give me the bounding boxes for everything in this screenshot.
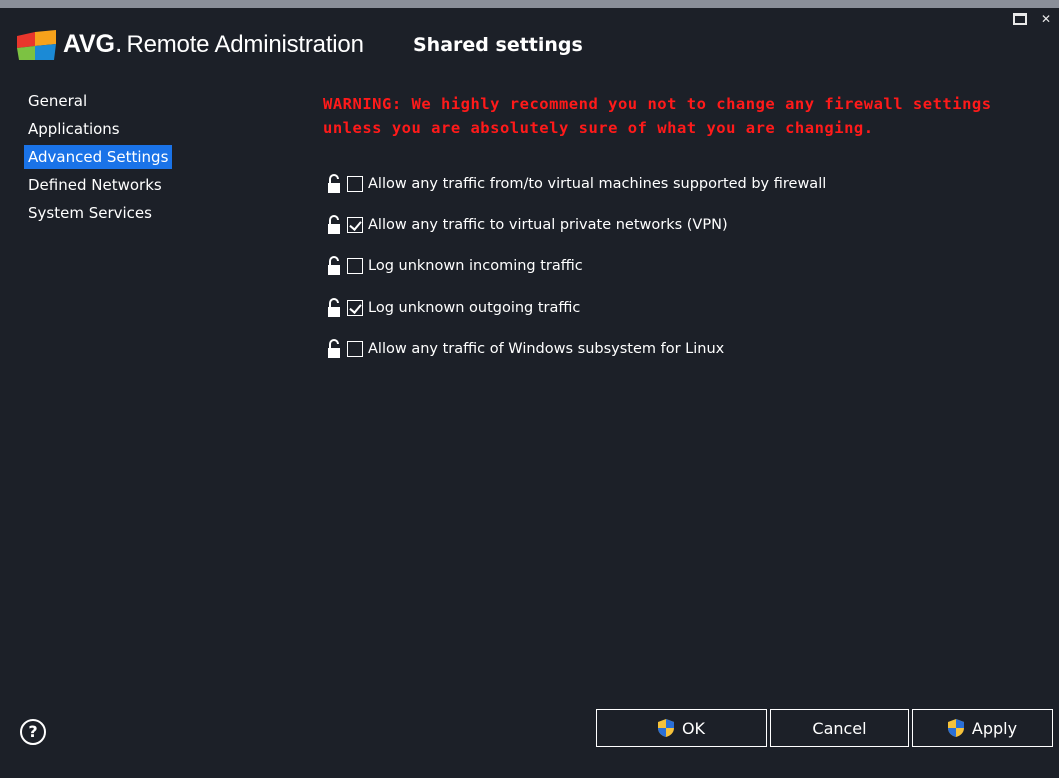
maximize-icon[interactable] [1012,11,1028,27]
apply-label: Apply [971,718,1018,738]
option-label: Allow any traffic from/to virtual machin… [368,176,827,192]
log-outgoing-checkbox[interactable] [347,300,363,316]
uac-shield-icon [947,719,964,737]
brand-name: Remote Administration [126,31,364,58]
sidebar-item-applications[interactable]: Applications [24,117,124,141]
sidebar-nav: General Applications Advanced Settings D… [24,89,184,229]
uac-shield-icon [657,719,674,737]
unlocked-lock-icon[interactable] [327,298,341,318]
brand-dot: . [114,29,123,58]
close-icon[interactable]: ✕ [1038,11,1054,27]
sidebar-item-advanced-settings[interactable]: Advanced Settings [24,145,173,169]
option-row: Log unknown incoming traffic [327,255,583,277]
wsl-traffic-checkbox[interactable] [347,341,363,357]
unlocked-lock-icon[interactable] [327,174,341,194]
avg-logo-icon [17,30,56,60]
ok-button[interactable]: OK [596,709,767,747]
option-label: Log unknown outgoing traffic [368,300,581,316]
sidebar-item-defined-networks[interactable]: Defined Networks [24,173,166,197]
virtual-machines-checkbox[interactable] [347,176,363,192]
app-brand: AVG. Remote Administration [63,28,364,61]
warning-line-2: unless you are absolutely sure of what y… [323,119,874,137]
vpn-traffic-checkbox[interactable] [347,217,363,233]
help-icon[interactable]: ? [20,719,46,745]
top-border [0,0,1059,8]
warning-line-1: WARNING: We highly recommend you not to … [323,95,992,113]
page-title: Shared settings [413,34,583,56]
ok-label: OK [681,718,706,738]
option-row: Log unknown outgoing traffic [327,297,580,319]
log-incoming-checkbox[interactable] [347,258,363,274]
unlocked-lock-icon[interactable] [327,215,341,235]
option-row: Allow any traffic from/to virtual machin… [327,173,826,195]
firewall-warning: WARNING: We highly recommend you not to … [323,92,1023,140]
option-row: Allow any traffic of Windows subsystem f… [327,338,724,360]
option-label: Allow any traffic of Windows subsystem f… [368,341,725,357]
sidebar-item-general[interactable]: General [24,89,91,113]
unlocked-lock-icon[interactable] [327,339,341,359]
sidebar-item-system-services[interactable]: System Services [24,201,156,225]
cancel-button[interactable]: Cancel [770,709,909,747]
brand-bold: AVG [63,30,115,58]
unlocked-lock-icon[interactable] [327,256,341,276]
option-label: Allow any traffic to virtual private net… [368,217,728,233]
cancel-label: Cancel [812,718,867,738]
option-row: Allow any traffic to virtual private net… [327,214,728,236]
option-label: Log unknown incoming traffic [368,258,583,274]
apply-button[interactable]: Apply [912,709,1053,747]
